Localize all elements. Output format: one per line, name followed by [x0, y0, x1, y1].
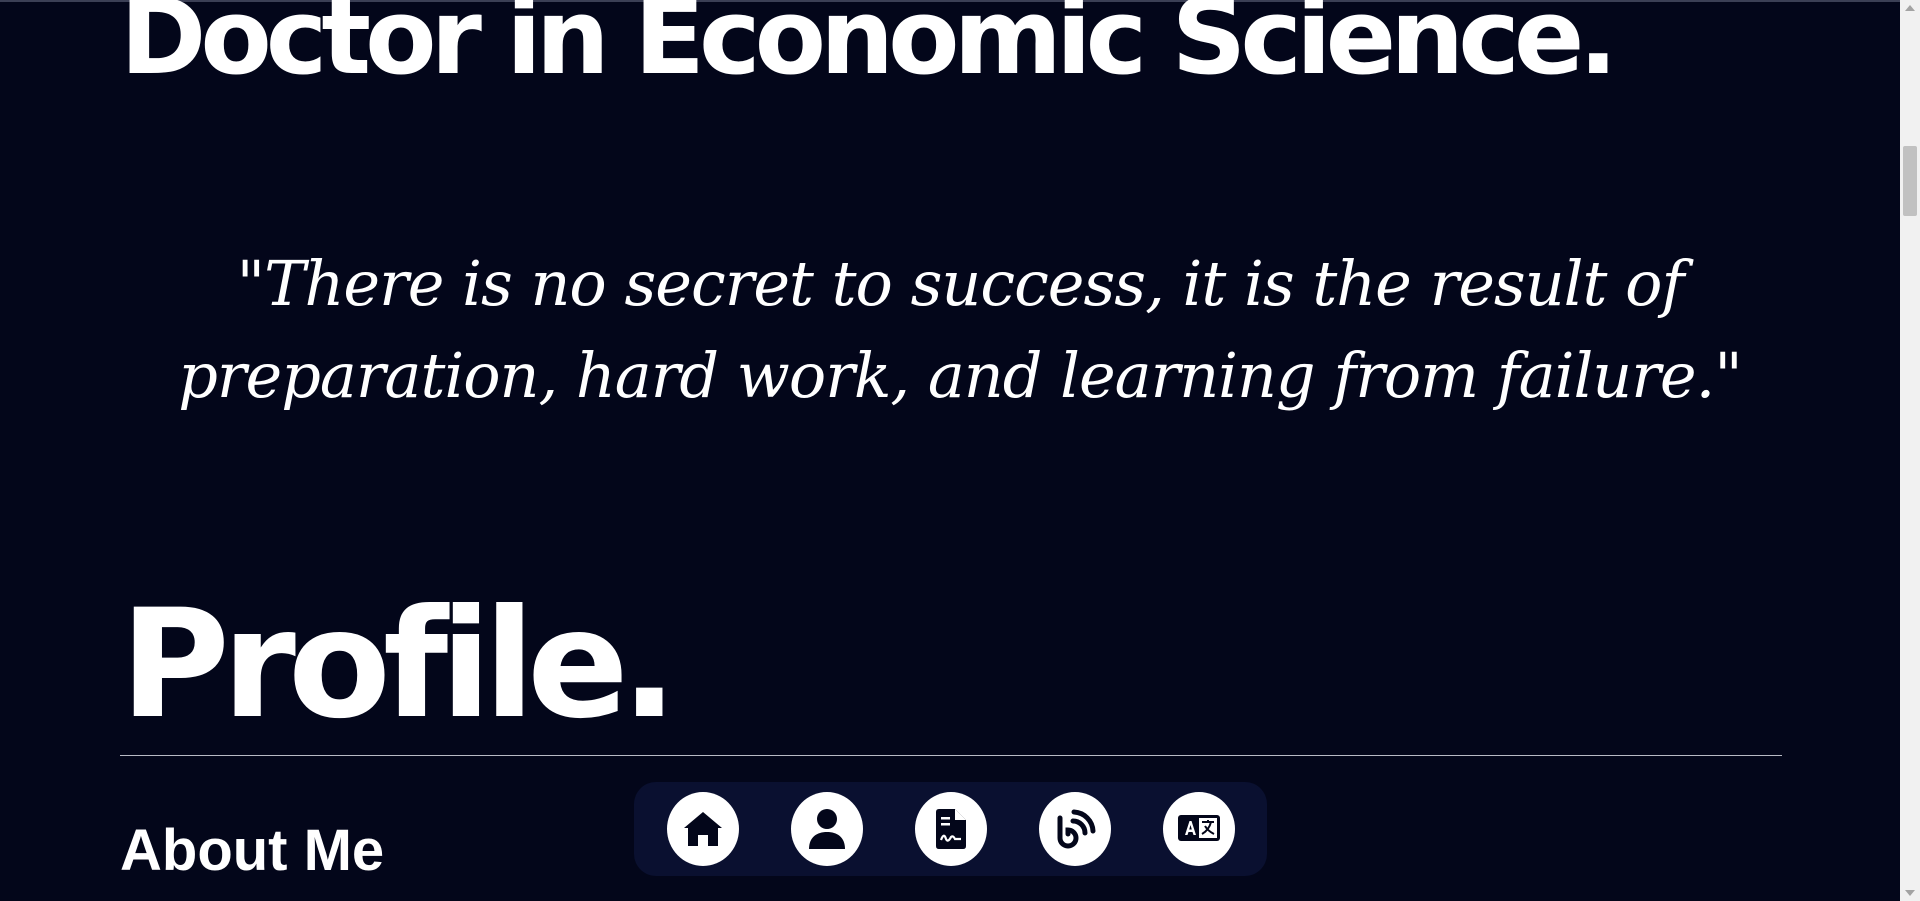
page-content: Doctor in Economic Science. "There is no…	[0, 0, 1900, 901]
home-icon	[684, 812, 722, 846]
nav-blog-button[interactable]	[1039, 792, 1111, 866]
about-me-heading: About Me	[120, 818, 385, 883]
section-divider	[120, 755, 1782, 756]
scroll-down-arrow-icon[interactable]	[1905, 890, 1915, 896]
translate-icon	[1178, 815, 1220, 841]
quote-text: "There is no secret to success, it is th…	[178, 247, 1743, 412]
vertical-scrollbar[interactable]	[1900, 0, 1920, 901]
nav-language-button[interactable]	[1163, 792, 1235, 866]
blog-icon	[1057, 809, 1096, 849]
hero-headline: Doctor in Economic Science.	[120, 0, 1618, 98]
nav-profile-button[interactable]	[791, 792, 863, 866]
user-icon	[809, 809, 845, 849]
profile-title: Profile.	[120, 578, 678, 752]
nav-home-button[interactable]	[667, 792, 739, 866]
document-signature-icon	[936, 809, 966, 849]
scrollbar-thumb[interactable]	[1903, 146, 1917, 216]
scroll-up-arrow-icon[interactable]	[1905, 5, 1915, 11]
bottom-nav-dock	[634, 782, 1267, 876]
nav-resume-button[interactable]	[915, 792, 987, 866]
